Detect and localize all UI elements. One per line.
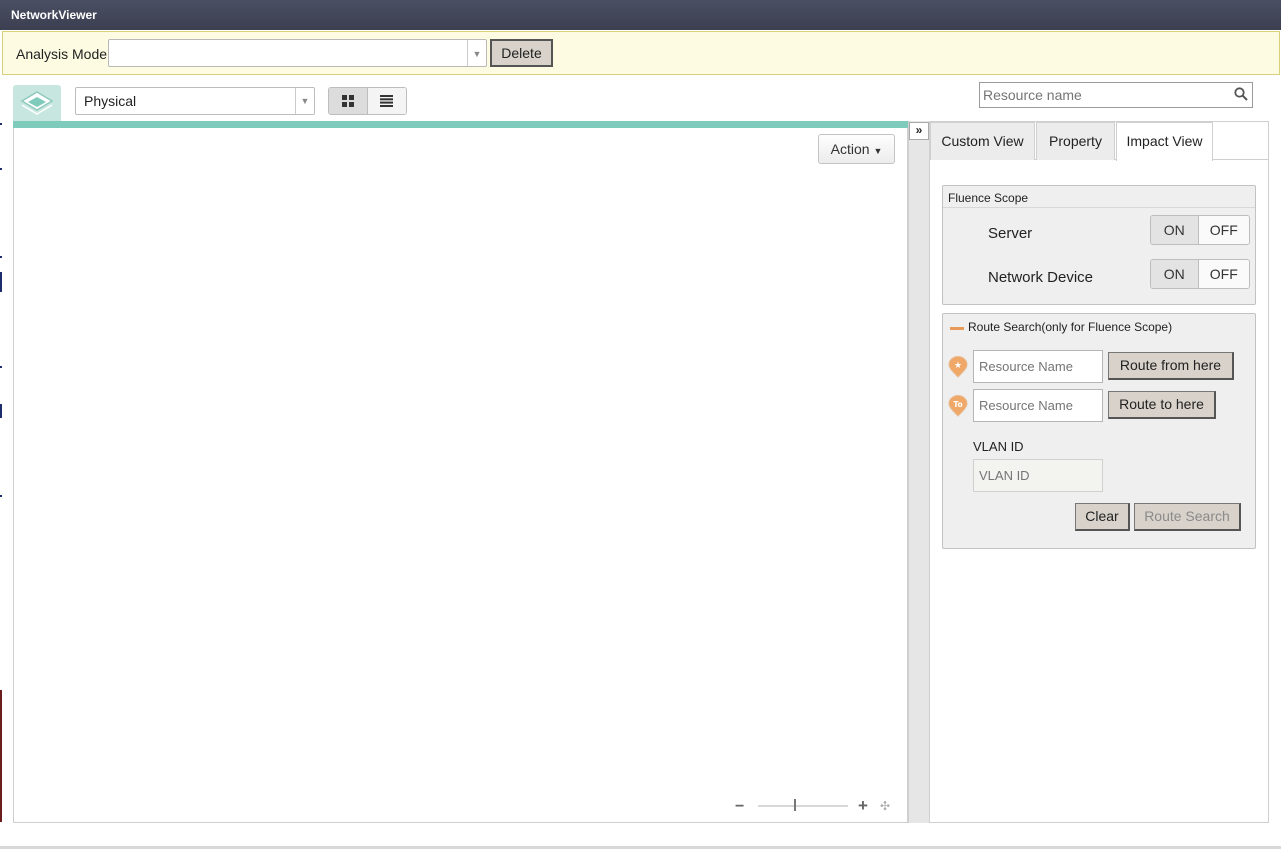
action-button[interactable]: Action ▼ <box>818 134 895 164</box>
layer-select[interactable]: Physical ▼ <box>75 87 315 115</box>
window-title: NetworkViewer <box>0 0 1281 30</box>
edge-mark <box>0 404 2 418</box>
panel-tabs: Custom View Property Impact View <box>930 122 1269 161</box>
route-to-input[interactable] <box>974 390 1100 421</box>
grid-view-button[interactable] <box>329 88 368 114</box>
route-search-button[interactable]: Route Search <box>1134 503 1241 531</box>
tab-property[interactable]: Property <box>1036 122 1115 160</box>
layers-icon <box>20 91 54 115</box>
server-toggle: ON OFF <box>1150 215 1250 245</box>
route-to-here-button[interactable]: Route to here <box>1108 391 1216 419</box>
vlan-id-label: VLAN ID <box>973 439 1024 454</box>
edge-mark <box>0 256 2 258</box>
resource-search <box>979 82 1253 108</box>
fit-to-screen-icon[interactable]: ✣ <box>880 799 890 813</box>
action-button-label: Action <box>830 141 870 157</box>
edge-mark <box>0 272 2 292</box>
fluence-scope-group: Fluence Scope Server ON OFF Network Devi… <box>942 185 1256 305</box>
route-to-pin-icon: To <box>948 395 968 417</box>
network-device-off-button[interactable]: OFF <box>1198 260 1249 288</box>
collapse-panel-button[interactable]: » <box>909 122 929 140</box>
list-view-button[interactable] <box>367 88 406 114</box>
list-view-icon <box>380 95 394 107</box>
network-device-label: Network Device <box>988 269 1094 286</box>
svg-text:To: To <box>953 400 962 409</box>
grid-view-icon <box>341 95 354 107</box>
canvas-accent-bar <box>13 121 908 128</box>
search-icon[interactable] <box>1234 87 1248 104</box>
fluence-scope-title: Fluence Scope <box>948 191 1029 205</box>
topology-canvas[interactable] <box>13 121 908 823</box>
zoom-control: − + ✣ <box>735 796 900 816</box>
tab-impact-view[interactable]: Impact View <box>1116 122 1213 161</box>
clear-button[interactable]: Clear <box>1075 503 1130 531</box>
delete-button[interactable]: Delete <box>490 39 553 67</box>
chevron-down-icon[interactable]: ▼ <box>295 88 314 114</box>
route-search-group: Route Search(only for Fluence Scope) ★ R… <box>942 313 1256 549</box>
layers-logo <box>13 85 61 121</box>
server-label: Server <box>988 225 1033 242</box>
edge-mark <box>0 495 2 497</box>
route-from-field <box>973 350 1103 383</box>
zoom-slider-track[interactable] <box>758 805 848 807</box>
edge-mark <box>0 123 2 125</box>
divider <box>943 207 1255 208</box>
network-device-on-button[interactable]: ON <box>1151 260 1199 288</box>
zoom-slider-handle[interactable] <box>794 799 796 811</box>
zoom-in-icon[interactable]: + <box>858 796 868 816</box>
server-on-button[interactable]: ON <box>1151 216 1199 244</box>
route-search-title: Route Search(only for Fluence Scope) <box>968 320 1173 334</box>
analysis-bar: Analysis Mode ▼ Delete <box>2 31 1280 75</box>
vlan-id-input[interactable] <box>974 460 1100 491</box>
zoom-out-icon[interactable]: − <box>735 798 744 816</box>
tab-custom-view[interactable]: Custom View <box>930 122 1035 160</box>
vlan-id-field <box>973 459 1103 492</box>
route-to-field <box>973 389 1103 422</box>
route-from-pin-icon: ★ <box>948 356 968 378</box>
view-mode-toggle <box>328 87 407 115</box>
panel-splitter[interactable] <box>908 121 930 823</box>
server-off-button[interactable]: OFF <box>1198 216 1249 244</box>
analysis-mode-label: Analysis Mode <box>16 46 108 62</box>
route-from-here-button[interactable]: Route from here <box>1108 352 1234 380</box>
resource-search-input[interactable] <box>980 83 1230 107</box>
chevron-down-icon[interactable]: ▼ <box>467 40 486 66</box>
caret-down-icon: ▼ <box>873 146 883 156</box>
layer-select-value: Physical <box>84 93 137 109</box>
analysis-mode-select[interactable]: ▼ <box>108 39 487 67</box>
network-device-toggle: ON OFF <box>1150 259 1250 289</box>
collapse-dash-icon[interactable] <box>950 327 964 330</box>
edge-mark <box>0 366 2 368</box>
route-from-input[interactable] <box>974 351 1100 382</box>
edge-mark <box>0 168 2 170</box>
edge-mark <box>0 690 2 822</box>
svg-text:★: ★ <box>954 361 962 371</box>
